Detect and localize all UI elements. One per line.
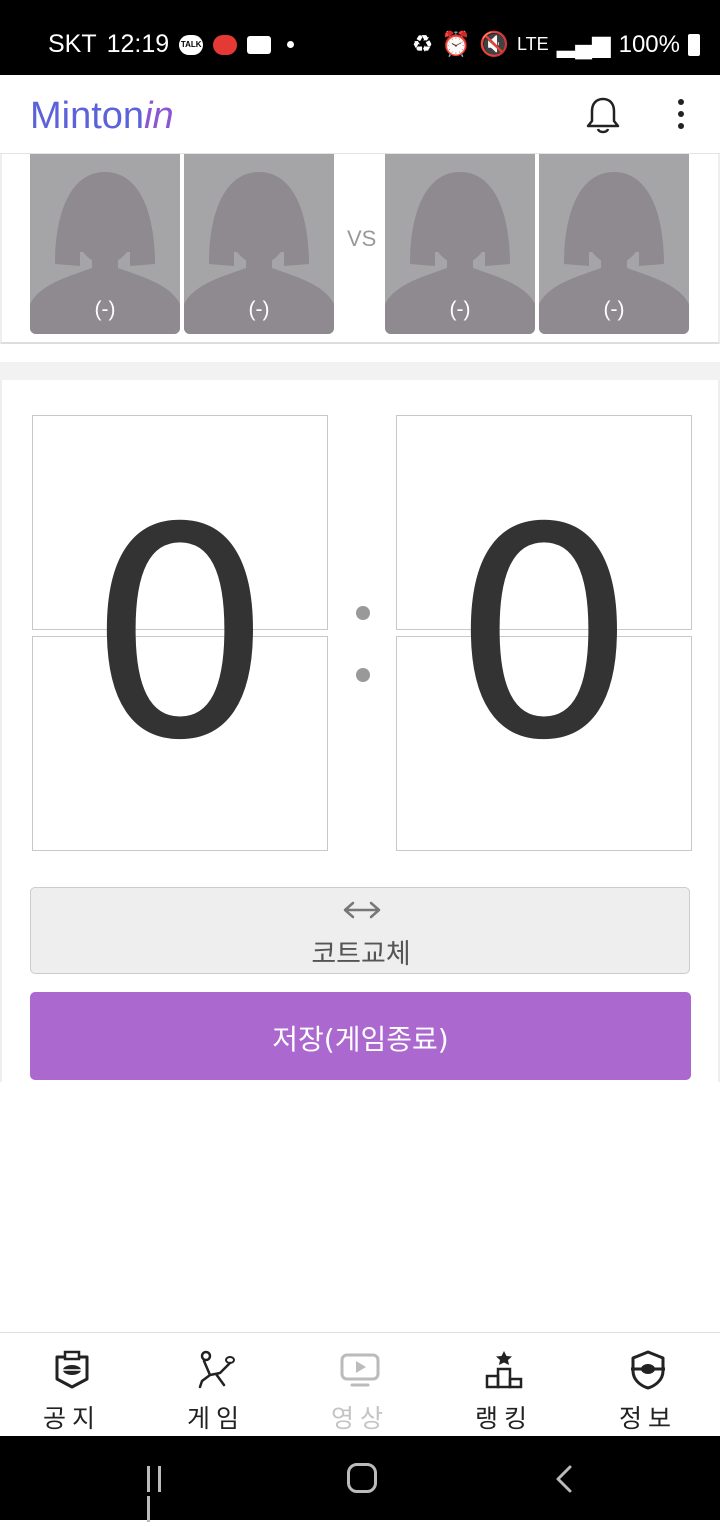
score-colon-dot [356, 606, 370, 620]
tab-info[interactable]: 정보 [576, 1333, 720, 1437]
battery-percent: 100% [618, 30, 680, 58]
recycle-icon: ♻ [411, 31, 434, 58]
section-divider [0, 362, 720, 380]
notification-app-icon [213, 34, 238, 55]
status-left: SKT 12:19 TALK [48, 30, 295, 59]
player-photo[interactable]: (-) [385, 154, 535, 334]
vs-label: VS [347, 226, 377, 251]
player-name: (-) [94, 298, 116, 321]
save-end-game-button[interactable]: 저장(게임종료) [30, 992, 691, 1080]
right-score-panel[interactable]: 0 [396, 415, 692, 851]
left-score-panel[interactable]: 0 [32, 415, 328, 851]
save-label: 저장(게임종료) [272, 1023, 449, 1056]
left-right-arrow-icon [343, 901, 381, 919]
player-name: (-) [248, 298, 270, 321]
player-photo[interactable]: (-) [184, 154, 334, 334]
tab-video[interactable]: 영상 [288, 1333, 432, 1437]
signal-icon: ▂▄▆ [556, 31, 611, 58]
home-icon[interactable] [347, 1463, 377, 1493]
more-notifications-dot-icon [287, 41, 295, 48]
back-icon[interactable] [552, 1464, 576, 1494]
court-change-button[interactable]: 코트교체 [30, 887, 690, 974]
scoreboard: 0 0 [0, 380, 720, 1082]
badminton-player-icon [198, 1350, 235, 1389]
carrier-label: SKT [48, 30, 97, 58]
more-vertical-icon[interactable] [672, 99, 690, 133]
bottom-tab-bar: 공지 게임 영상 랭킹 정보 [0, 1332, 720, 1437]
player-photo[interactable]: (-) [539, 154, 689, 334]
score-colon-dot [356, 668, 370, 682]
clock: 12:19 [106, 30, 170, 58]
left-score: 0 [87, 467, 273, 804]
players-card: (-) (-) VS (-) (-) [0, 154, 720, 344]
tab-label: 공지 [42, 1404, 101, 1433]
tab-label: 정보 [618, 1404, 677, 1433]
kakaotalk-icon: TALK [179, 34, 204, 55]
alarm-icon: ⏰ [441, 31, 472, 58]
status-right: ♻ ⏰ 🔇 LTE ▂▄▆ 100% [412, 30, 700, 59]
right-score: 0 [451, 467, 637, 804]
mail-icon [247, 35, 272, 54]
status-bar: SKT 12:19 TALK ♻ ⏰ 🔇 LTE ▂▄▆ 100% [0, 0, 720, 75]
tab-game[interactable]: 게임 [144, 1333, 288, 1437]
player-photo[interactable]: (-) [30, 154, 180, 334]
logo-suffix: in [144, 95, 174, 137]
battery-icon [688, 33, 700, 56]
tab-notice[interactable]: 공지 [0, 1333, 144, 1437]
video-play-icon [340, 1353, 380, 1387]
tab-label: 게임 [186, 1404, 245, 1433]
tab-label: 영상 [330, 1404, 389, 1433]
notice-badge-icon [55, 1350, 89, 1389]
app-header: Mintonin [0, 75, 720, 154]
player-name: (-) [449, 298, 471, 321]
recents-icon[interactable] [147, 1466, 177, 1522]
court-change-label: 코트교체 [311, 939, 411, 970]
tab-ranking[interactable]: 랭킹 [432, 1333, 576, 1437]
shield-info-icon [631, 1350, 665, 1390]
player-name: (-) [603, 298, 625, 321]
lte-label: LTE [517, 34, 549, 54]
system-nav-bar [0, 1436, 720, 1522]
app-logo[interactable]: Mintonin [30, 95, 174, 138]
tab-label: 랭킹 [474, 1404, 533, 1433]
podium-icon [485, 1351, 523, 1389]
mute-icon: 🔇 [479, 31, 509, 58]
bell-icon[interactable] [584, 95, 622, 135]
logo-text: Minton [30, 95, 145, 137]
